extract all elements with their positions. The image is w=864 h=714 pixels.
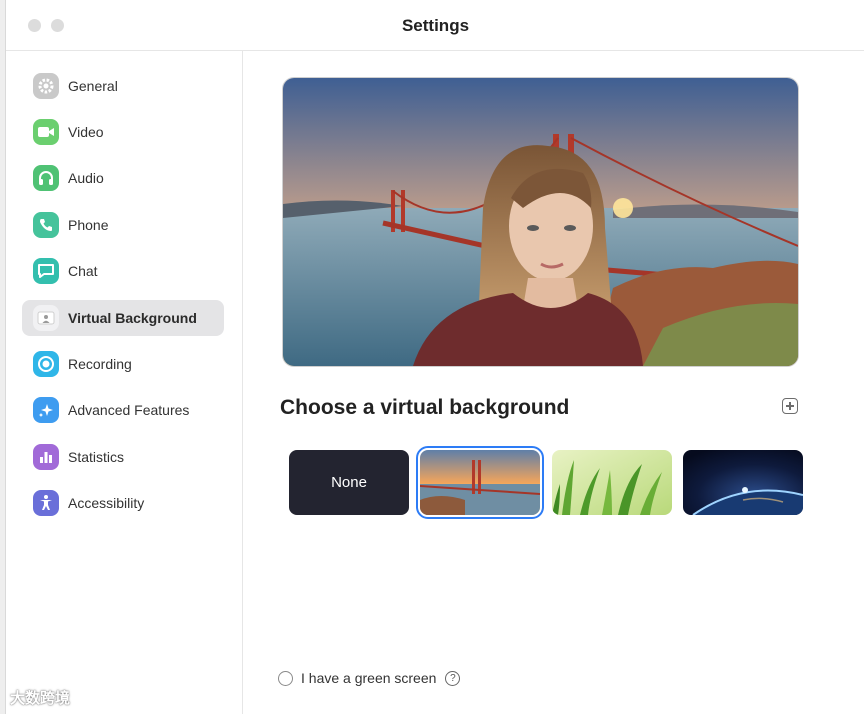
window-title: Settings — [401, 16, 470, 35]
section-title: Choose a virtual background — [280, 396, 570, 419]
background-option-none[interactable]: None — [289, 450, 409, 515]
sidebar-item-label: General — [68, 78, 118, 94]
sidebar-item-video[interactable]: Video — [22, 114, 224, 150]
sidebar-item-phone[interactable]: Phone — [22, 207, 224, 243]
background-option-golden-gate[interactable] — [416, 446, 544, 519]
sidebar-item-label: Statistics — [68, 449, 125, 465]
sidebar-item-advanced-features[interactable]: Advanced Features — [22, 392, 224, 428]
sidebar-item-virtual-background[interactable]: Virtual Background — [22, 300, 224, 336]
watermark: 大数跨境 — [10, 690, 71, 707]
grass-thumbnail — [552, 450, 672, 515]
gear-icon — [33, 73, 59, 99]
background-option-earth[interactable] — [683, 450, 803, 515]
accessibility-icon — [33, 490, 59, 516]
sidebar-item-label: Audio — [68, 170, 104, 186]
sidebar-item-label: Virtual Background — [68, 310, 197, 326]
preview-image — [283, 78, 798, 366]
sidebar-item-label: Video — [68, 124, 104, 140]
sidebar-item-audio[interactable]: Audio — [22, 160, 224, 196]
green-screen-checkbox[interactable] — [278, 670, 293, 686]
sparkle-icon — [33, 397, 59, 423]
person-portrait-icon — [33, 305, 59, 331]
sidebar-item-accessibility[interactable]: Accessibility — [22, 485, 224, 521]
video-preview — [282, 77, 799, 367]
sidebar-item-label: Accessibility — [68, 495, 145, 511]
sidebar-item-label: Recording — [68, 356, 132, 372]
chat-bubble-icon — [33, 258, 59, 284]
sidebar-item-label: Chat — [68, 263, 98, 279]
earth-from-space-thumbnail — [683, 450, 803, 515]
sidebar-item-general[interactable]: General — [22, 68, 224, 104]
background-option-grass[interactable] — [552, 450, 672, 515]
sidebar-item-label: Phone — [68, 217, 109, 233]
video-camera-icon — [33, 119, 59, 145]
phone-icon — [33, 212, 59, 238]
sidebar-item-label: Advanced Features — [68, 402, 190, 418]
sidebar-item-statistics[interactable]: Statistics — [22, 439, 224, 475]
background-option-label: None — [331, 474, 367, 491]
settings-sidebar: General Video Audio Phone Chat Virtual B… — [6, 51, 243, 714]
sidebar-item-chat[interactable]: Chat — [22, 253, 224, 289]
help-icon[interactable]: ? — [445, 670, 461, 686]
headphones-icon — [33, 165, 59, 191]
title-bar: Settings — [6, 0, 864, 51]
green-screen-option: I have a green screen ? — [278, 670, 461, 686]
bar-chart-icon — [33, 444, 59, 470]
record-icon — [33, 351, 59, 377]
golden-gate-thumbnail — [420, 450, 540, 515]
sidebar-item-recording[interactable]: Recording — [22, 346, 224, 382]
add-background-button[interactable] — [782, 398, 798, 414]
green-screen-label[interactable]: I have a green screen — [301, 670, 436, 686]
